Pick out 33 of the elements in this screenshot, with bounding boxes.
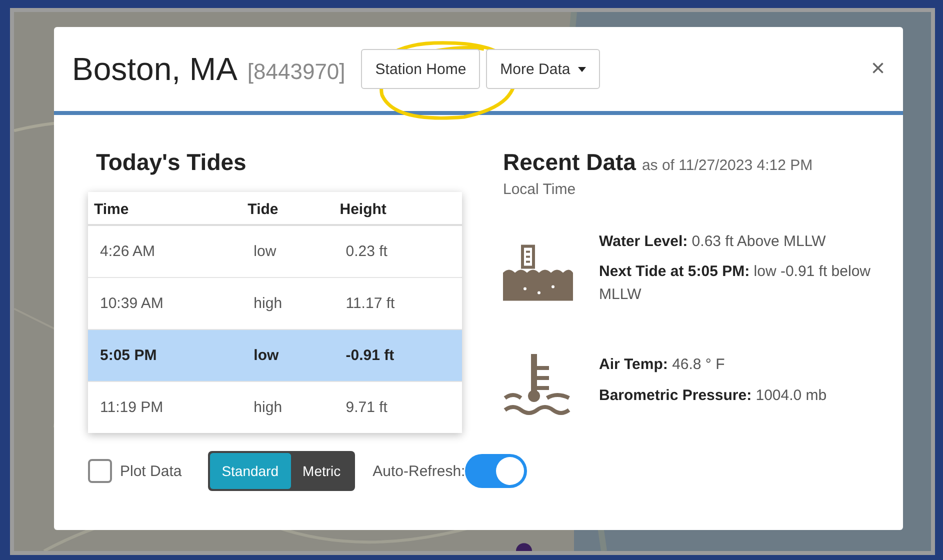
timestamp: as of 11/27/2023 4:12 PM — [642, 157, 813, 174]
header-button[interactable]: Station Home — [361, 49, 480, 89]
tide-row[interactable]: 11:19 PM high 9.71 ft — [88, 382, 462, 433]
tides-heading: Today's Tides — [96, 149, 248, 176]
recent-heading: Recent Data — [503, 149, 636, 175]
tide-row[interactable]: 5:05 PM low -0.91 ft — [88, 330, 462, 382]
reading-text: Air Temp: 46.8 ° F — [599, 355, 726, 376]
reading-text: Water Level: 0.63 ft Above MLLW — [599, 232, 827, 252]
table-cell: 11:19 PM — [88, 382, 242, 433]
header-button[interactable]: More Data — [486, 49, 600, 89]
checkbox[interactable] — [88, 459, 112, 483]
column-header: Tide — [242, 192, 334, 225]
column-header: Time — [88, 192, 242, 225]
close-button[interactable]: × — [870, 55, 885, 83]
table-cell: low — [242, 330, 334, 382]
table-cell: 9.71 ft — [334, 382, 462, 433]
reading-text: Barometric Pressure: 1004.0 mb — [599, 386, 827, 406]
station-name: Boston, MA — [72, 50, 238, 88]
table-cell: 4:26 AM — [88, 225, 242, 278]
station-id: [8443970] — [247, 59, 346, 85]
table-cell: -0.91 ft — [334, 330, 462, 382]
table-cell: low — [242, 225, 334, 278]
tide-row[interactable]: 4:26 AM low 0.23 ft — [88, 225, 462, 278]
reading-text: Next Tide at 5:05 PM: low -0.91 ft below MLLW — [599, 262, 872, 305]
table-cell: 5:05 PM — [88, 330, 242, 382]
timezone-label: Local Time — [503, 180, 576, 199]
auto-refresh-label: Auto-Refresh: — [372, 462, 466, 480]
column-header: Height — [334, 192, 462, 225]
table-cell: 0.23 ft — [334, 225, 462, 278]
checkbox-label: Plot Data — [120, 462, 182, 480]
caret-icon — [578, 66, 586, 72]
table-cell: high — [242, 382, 334, 433]
toggle-switch[interactable] — [465, 454, 528, 488]
